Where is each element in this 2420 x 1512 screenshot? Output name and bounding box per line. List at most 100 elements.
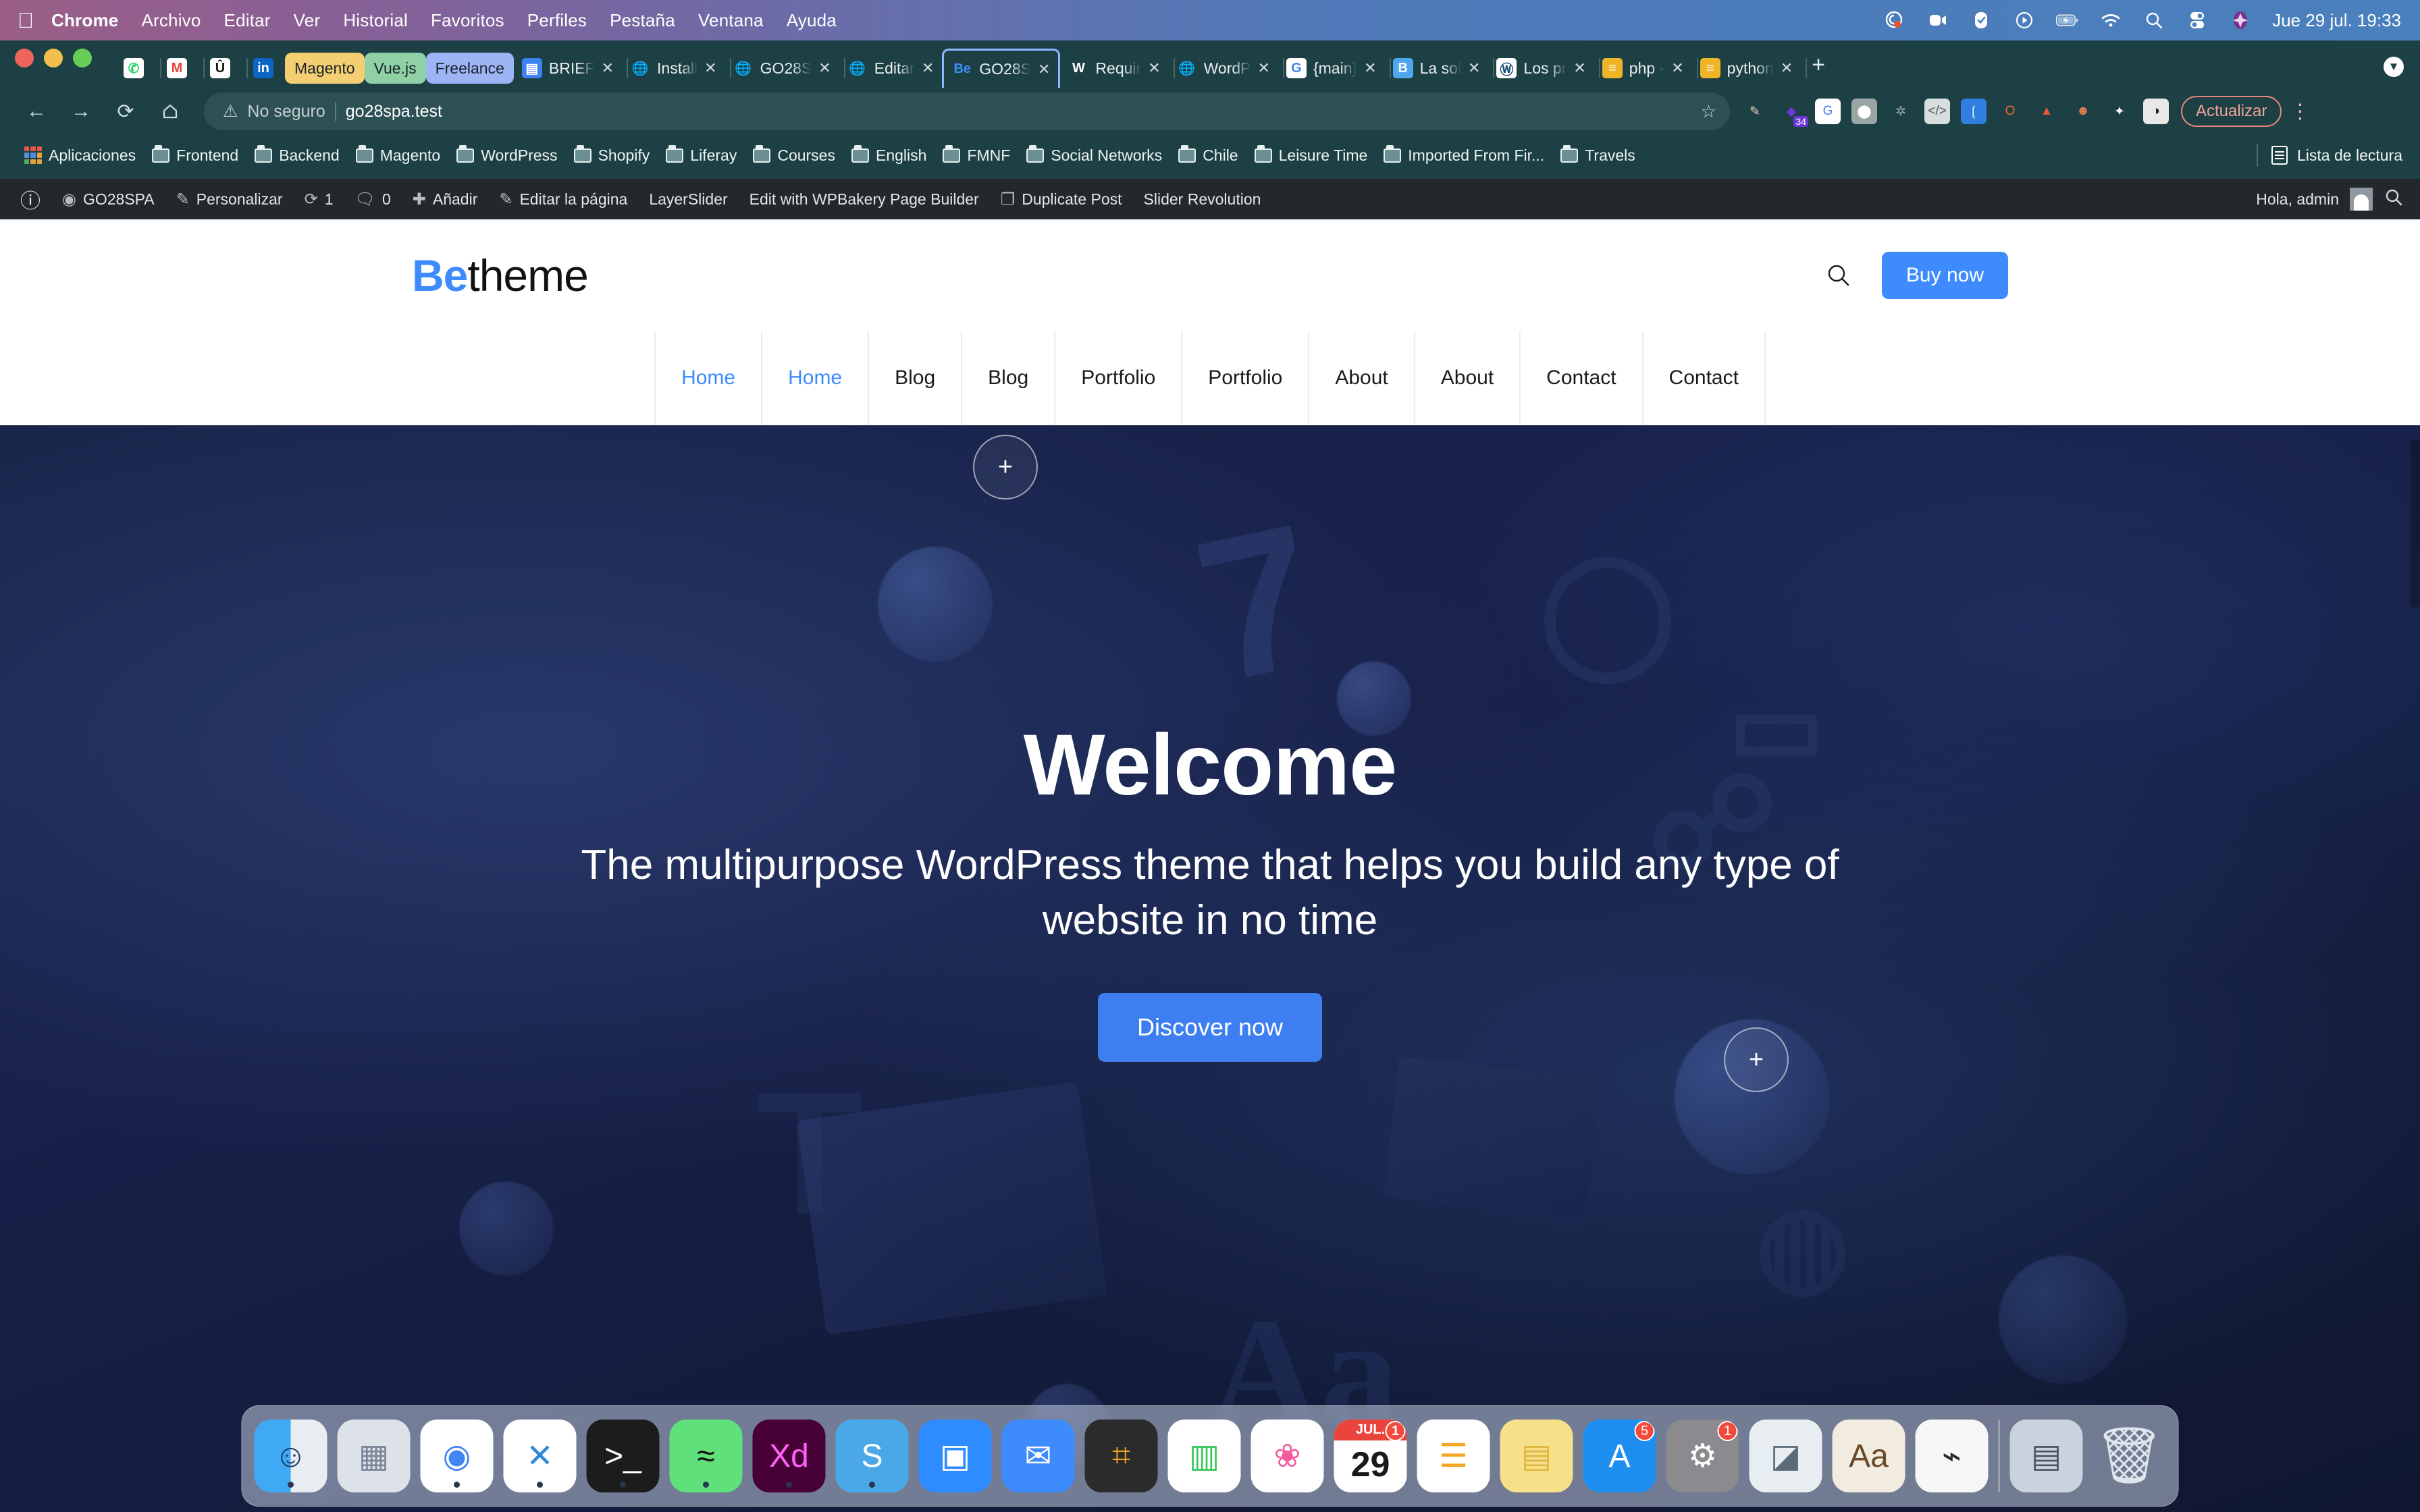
dock-item-system-preferences[interactable]: ⚙ 1 [1666, 1420, 1739, 1492]
browser-tab[interactable]: ≡ php - ✕ [1594, 49, 1698, 88]
nav-item-portfolio-4[interactable]: Portfolio [1054, 331, 1181, 425]
forward-button[interactable]: → [63, 94, 99, 129]
discover-now-button[interactable]: Discover now [1097, 992, 1323, 1062]
betheme-logo[interactable]: Betheme [412, 250, 589, 301]
dock-item-sequel-pro[interactable]: ⌁ [1915, 1420, 1989, 1492]
dock-item-google-chrome[interactable]: ◉ [420, 1420, 494, 1492]
wp-admin-item-1[interactable]: ⟳ 1 [294, 179, 344, 219]
fire-extension[interactable]: ▲ [2034, 99, 2059, 124]
dock-item-calendar[interactable]: JUL. 29 1 [1334, 1420, 1407, 1492]
wifi-icon[interactable] [2099, 9, 2122, 32]
json-viewer-extension[interactable]: ❲ [1961, 99, 1987, 124]
chevron-down-icon[interactable]: ▼ [2384, 57, 2404, 77]
dock-item-font-book[interactable]: Aa [1832, 1420, 1905, 1492]
opera-touch-extension[interactable]: O [1997, 99, 2023, 124]
browser-tab[interactable]: 🌐 WordP ✕ [1169, 49, 1284, 88]
control-center-icon[interactable] [2186, 9, 2209, 32]
minimize-window-button[interactable] [44, 49, 63, 68]
tab-close-button[interactable]: ✕ [704, 59, 716, 77]
bookmark-courses[interactable]: Courses [745, 142, 843, 169]
dock-item-trash[interactable]: 🗑 [2093, 1420, 2166, 1492]
wp-admin-item-go28spa[interactable]: ◉ GO28SPA [51, 179, 165, 219]
browser-tab[interactable]: 🌐 Install ✕ [622, 49, 731, 88]
tab-close-button[interactable]: ✕ [1258, 59, 1270, 77]
wp-admin-item-editwithwpbakerypage[interactable]: Edit with WPBakery Page Builder [739, 179, 990, 219]
zoom-window-button[interactable] [73, 49, 92, 68]
hero-plus-button-top[interactable]: + [973, 435, 1038, 500]
zoom-icon[interactable] [1926, 9, 1949, 32]
code-inspector-extension[interactable]: </> [1924, 99, 1950, 124]
wp-admin-item-duplicatepost[interactable]: ❐ Duplicate Post [990, 179, 1133, 219]
page-scrollbar[interactable] [2411, 439, 2420, 608]
nav-item-home-1[interactable]: Home [761, 331, 868, 425]
update-button[interactable]: Actualizar [2181, 96, 2282, 127]
gemini-extension[interactable]: ◆ 34 [1779, 99, 1808, 127]
browser-tab[interactable]: 🌐 Editar ✕ [839, 49, 949, 88]
menu-item-ayuda[interactable]: Ayuda [787, 10, 837, 31]
nav-item-about-7[interactable]: About [1413, 331, 1519, 425]
dock-item-numbers[interactable]: ▥ [1167, 1420, 1241, 1492]
play-icon[interactable] [2013, 9, 2036, 32]
url-text[interactable]: go28spa.test [346, 102, 442, 122]
close-window-button[interactable] [15, 49, 34, 68]
tab-close-button[interactable]: ✕ [1364, 59, 1376, 77]
tab-close-button[interactable]: ✕ [1148, 59, 1160, 77]
search-icon[interactable] [2384, 187, 2404, 211]
bookmark-backend[interactable]: Backend [246, 142, 348, 169]
settings-gear-extension[interactable]: ✲ [1888, 99, 1914, 124]
wp-admin-item-sliderrevolution[interactable]: Slider Revolution [1133, 179, 1272, 219]
tab-group-magento[interactable]: Magento [285, 53, 365, 84]
browser-tab[interactable]: W Requir ✕ [1060, 49, 1175, 88]
bookmark-magento[interactable]: Magento [348, 142, 449, 169]
search-icon[interactable] [1825, 262, 1852, 289]
tab-group-freelance[interactable]: Freelance [425, 53, 514, 84]
wordpress-logo-icon[interactable]: ⓘ [9, 179, 51, 219]
dock-item-reminders[interactable]: ☰ [1417, 1420, 1490, 1492]
wp-admin-item-editarlapgina[interactable]: ✎ Editar la página [488, 179, 638, 219]
puzzle-extensions-icon[interactable]: ✦ [2107, 99, 2132, 124]
bookmark-travels[interactable]: Travels [1552, 142, 1643, 169]
tab-close-button[interactable]: ✕ [1671, 59, 1683, 77]
battery-charging-icon[interactable] [2056, 9, 2079, 32]
wp-admin-item-layerslider[interactable]: LayerSlider [638, 179, 738, 219]
buy-now-button[interactable]: Buy now [1881, 251, 2008, 299]
nav-item-contact-9[interactable]: Contact [1641, 331, 1766, 425]
tab-close-button[interactable]: ✕ [922, 59, 934, 77]
nav-item-home-0[interactable]: Home [654, 331, 761, 425]
bookmark-english[interactable]: English [843, 142, 935, 169]
dock-item-spotify[interactable]: ≈ [669, 1420, 743, 1492]
new-tab-button[interactable]: + [1812, 52, 1825, 78]
todoist-icon[interactable] [1970, 9, 1993, 32]
browser-tab[interactable]: ▤ BRIEF ✕ [514, 49, 629, 88]
bookmark-wordpress[interactable]: WordPress [448, 142, 565, 169]
pinned-tab-ubersuggest[interactable]: Û [199, 49, 248, 88]
bookmark-shopify[interactable]: Shopify [566, 142, 658, 169]
bookmark-liferay[interactable]: Liferay [658, 142, 745, 169]
dock-item-notes[interactable]: ▤ [1500, 1420, 1573, 1492]
tab-group-vuejs[interactable]: Vue.js [364, 53, 426, 84]
browser-tab[interactable]: B La sol ✕ [1385, 49, 1495, 88]
lastpass-extension[interactable]: ⬤ [1851, 99, 1877, 124]
three-dot-menu-icon[interactable]: ⋮ [2290, 100, 2310, 124]
dock-item-calculator[interactable]: ⌗ [1084, 1420, 1158, 1492]
dock-item-downloads-stack[interactable]: ▤ [2009, 1420, 2083, 1492]
home-button[interactable] [153, 94, 188, 129]
browser-tab[interactable]: ≡ python ✕ [1692, 49, 1808, 88]
profile-avatar[interactable]: ◑ [2143, 99, 2169, 124]
browser-tab[interactable]: G {main} ✕ [1278, 49, 1391, 88]
eyedropper-extension[interactable]: ✎ [1742, 99, 1768, 124]
tab-close-button[interactable]: ✕ [602, 59, 614, 77]
user-avatar-icon[interactable] [2350, 188, 2373, 211]
menu-item-pestaña[interactable]: Pestaña [610, 10, 675, 31]
nav-item-blog-2[interactable]: Blog [868, 331, 961, 425]
wp-admin-item-0[interactable]: 🗨 0 [344, 179, 402, 219]
browser-tab[interactable]: 🌐 GO28S ✕ [725, 49, 845, 88]
wp-admin-item-aadir[interactable]: ✚ Añadir [402, 179, 489, 219]
reading-list-label[interactable]: Lista de lectura [2297, 146, 2402, 165]
dock-item-mail[interactable]: ✉ [1001, 1420, 1075, 1492]
nav-item-about-6[interactable]: About [1308, 331, 1413, 425]
dock-item-finder[interactable]: ☺ [254, 1420, 327, 1492]
tab-close-button[interactable]: ✕ [1468, 59, 1480, 77]
nav-item-portfolio-5[interactable]: Portfolio [1181, 331, 1308, 425]
back-button[interactable]: ← [19, 94, 54, 129]
